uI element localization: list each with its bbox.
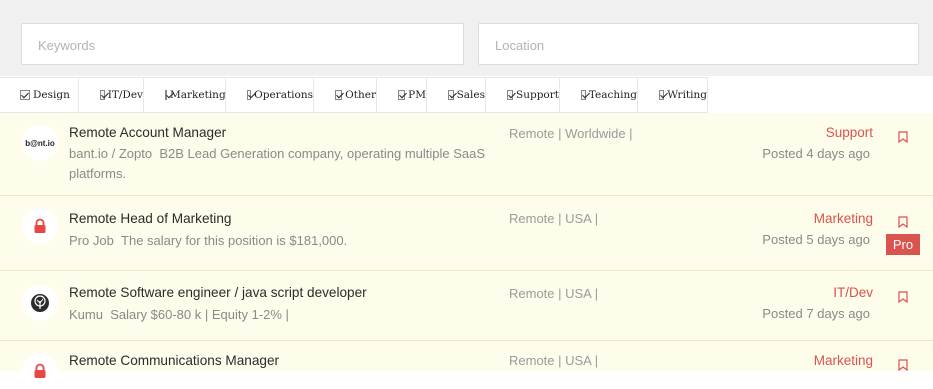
checkbox-checked-icon[interactable] — [165, 90, 167, 100]
posted-date: Posted 4 days ago — [762, 146, 870, 161]
location-input[interactable]: Location — [478, 23, 919, 65]
company-logo — [22, 285, 58, 321]
keywords-input[interactable]: Keywords — [21, 23, 464, 65]
filter-label: Design — [33, 89, 70, 101]
company-logo — [22, 208, 58, 244]
filter-label: IT/Dev — [107, 89, 143, 101]
job-location: Remote | USA | — [509, 286, 599, 301]
bookmark-icon[interactable] — [898, 131, 908, 143]
job-description: bant.io / Zopto B2B Lead Generation comp… — [69, 144, 499, 184]
job-location: Remote | USA | — [509, 353, 599, 368]
checkbox-checked-icon[interactable] — [507, 90, 514, 100]
filter-label: Other — [345, 89, 376, 101]
filter-pm[interactable]: PM — [377, 78, 427, 112]
job-title[interactable]: Remote Account Manager — [69, 125, 226, 140]
job-title[interactable]: Remote Head of Marketing — [69, 211, 231, 226]
filter-marketing[interactable]: Marketing — [144, 78, 226, 112]
filter-label: Writing — [667, 89, 707, 101]
checkbox-checked-icon[interactable] — [581, 90, 586, 100]
bookmark-icon[interactable] — [898, 359, 908, 371]
checkbox-checked-icon[interactable] — [398, 90, 406, 100]
checkbox-checked-icon[interactable] — [448, 90, 454, 100]
filter-support[interactable]: Support — [486, 78, 560, 112]
job-category[interactable]: Marketing — [814, 211, 873, 226]
job-category[interactable]: Support — [826, 125, 873, 140]
filter-label: Teaching — [588, 89, 637, 101]
filter-label: Sales — [456, 89, 485, 101]
job-summary: Salary $60-80 k | Equity 1-2% | — [110, 307, 289, 322]
logo-text: b@nt.io — [25, 138, 55, 148]
checkbox-checked-icon[interactable] — [100, 90, 105, 100]
company-name: bant.io / Zopto — [69, 146, 153, 161]
company-name: Kumu — [69, 307, 103, 322]
filter-other[interactable]: Other — [314, 78, 377, 112]
company-name: Pro Job — [69, 233, 114, 248]
job-title[interactable]: Remote Communications Manager — [69, 353, 279, 368]
filter-operations[interactable]: Operations — [226, 78, 314, 112]
filter-label: Marketing — [170, 89, 226, 101]
filter-writing[interactable]: Writing — [638, 78, 708, 112]
company-logo: b@nt.io — [22, 125, 58, 161]
tree-icon — [31, 294, 49, 312]
job-summary: The salary for this position is $181,000… — [121, 233, 348, 248]
job-row[interactable]: Remote Head of Marketing Pro Job The sal… — [0, 196, 933, 271]
job-description: Kumu Salary $60-80 k | Equity 1-2% | — [69, 305, 499, 325]
checkbox-checked-icon[interactable] — [20, 90, 30, 100]
filter-it-dev[interactable]: IT/Dev — [79, 78, 144, 112]
checkbox-checked-icon[interactable] — [659, 90, 665, 100]
search-bar: Keywords Location — [0, 0, 933, 76]
filter-label: Support — [516, 89, 559, 101]
job-row[interactable]: Remote Software engineer / java script d… — [0, 271, 933, 341]
bookmark-icon[interactable] — [898, 216, 908, 228]
posted-date: Posted 7 days ago — [762, 306, 870, 321]
job-row[interactable]: Remote Communications Manager Remote | U… — [0, 341, 933, 389]
filter-label: PM — [408, 89, 426, 101]
checkbox-checked-icon[interactable] — [247, 90, 252, 100]
posted-date: Posted 5 days ago — [762, 232, 870, 247]
job-category[interactable]: IT/Dev — [833, 285, 873, 300]
category-filters: Design IT/Dev Marketing Operations Other… — [0, 77, 708, 113]
filter-teaching[interactable]: Teaching — [560, 78, 638, 112]
pro-badge: Pro — [886, 234, 920, 255]
company-logo — [22, 353, 58, 389]
filter-design[interactable]: Design — [0, 78, 79, 112]
job-list: b@nt.io Remote Account Manager bant.io /… — [0, 113, 933, 389]
job-location: Remote | USA | — [509, 211, 599, 226]
job-title[interactable]: Remote Software engineer / java script d… — [69, 285, 367, 300]
bookmark-icon[interactable] — [898, 291, 908, 303]
job-location: Remote | Worldwide | — [509, 126, 633, 141]
checkbox-checked-icon[interactable] — [335, 90, 343, 100]
filter-label: Operations — [254, 89, 313, 101]
job-category[interactable]: Marketing — [814, 353, 873, 368]
filter-sales[interactable]: Sales — [427, 78, 486, 112]
lock-icon — [34, 363, 46, 378]
job-description: Pro Job The salary for this position is … — [69, 231, 499, 251]
lock-icon — [34, 218, 46, 233]
job-row[interactable]: b@nt.io Remote Account Manager bant.io /… — [0, 113, 933, 196]
